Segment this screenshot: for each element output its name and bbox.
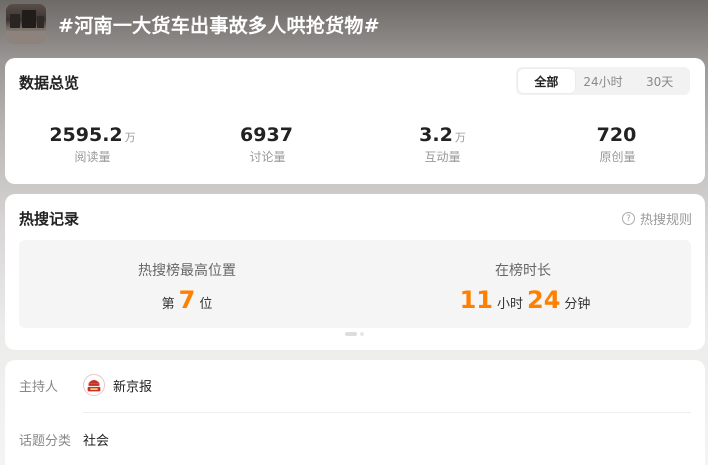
stat-original: 720 原创量: [530, 124, 705, 165]
overview-title: 数据总览: [19, 74, 80, 92]
peak-rank-suffix: 位: [199, 297, 213, 312]
peak-rank-label: 热搜榜最高位置: [138, 263, 236, 279]
host-name[interactable]: 新京报: [113, 376, 152, 395]
peak-rank-block: 热搜榜最高位置 第 7 位: [19, 240, 355, 328]
stat-discuss: 6937 讨论量: [180, 124, 355, 165]
stat-interact: 3.2 万 互动量: [355, 124, 530, 165]
topic-title: #河南一大货车出事故多人哄抢货物#: [58, 15, 380, 37]
stat-discuss-value: 6937: [240, 124, 293, 146]
hot-search-card: 热搜记录 ? 热搜规则 热搜榜最高位置 第 7 位 在榜时长 11 小时 24 …: [5, 194, 705, 350]
overview-card: 数据总览 全部 24小时 30天 2595.2 万 阅读量 6937 讨论量 3…: [5, 58, 705, 184]
tab-24h[interactable]: 24小时: [575, 69, 632, 93]
host-avatar[interactable]: [83, 374, 105, 396]
stat-read-unit: 万: [124, 131, 136, 144]
duration-hours: 11: [459, 286, 493, 314]
stat-interact-label: 互动量: [424, 150, 461, 164]
peak-rank-prefix: 第: [161, 297, 175, 312]
stat-interact-value: 3.2: [419, 124, 453, 146]
category-label: 话题分类: [19, 434, 72, 449]
stat-read: 2595.2 万 阅读量: [5, 124, 180, 165]
category-value: 社会: [83, 434, 110, 449]
topic-info-card: 主持人 新京报 话题分类 社会: [5, 360, 705, 465]
hot-search-title: 热搜记录: [19, 210, 80, 228]
host-row: 主持人 新京报: [19, 374, 152, 396]
stat-original-label: 原创量: [599, 150, 636, 164]
info-divider: [83, 412, 691, 413]
stat-read-value: 2595.2: [49, 124, 123, 146]
duration-minutes-unit: 分钟: [564, 297, 591, 312]
question-circle-icon: ?: [621, 212, 635, 225]
hot-search-rules-link[interactable]: ? 热搜规则: [621, 209, 692, 228]
tab-all[interactable]: 全部: [518, 69, 575, 93]
stat-read-label: 阅读量: [74, 150, 111, 164]
time-range-tabs: 全部 24小时 30天: [516, 67, 690, 95]
peak-rank-value: 7: [178, 286, 196, 314]
hot-search-stats: 热搜榜最高位置 第 7 位 在榜时长 11 小时 24 分钟: [19, 240, 691, 328]
stats-row: 2595.2 万 阅读量 6937 讨论量 3.2 万 互动量 720 原创量: [5, 124, 705, 165]
stat-interact-unit: 万: [454, 131, 466, 144]
topic-thumbnail[interactable]: [6, 4, 46, 44]
hot-search-rules-label: 热搜规则: [639, 213, 692, 228]
topic-header: #河南一大货车出事故多人哄抢货物#: [0, 0, 708, 52]
xinjingbao-logo-icon: [84, 375, 104, 395]
duration-hours-unit: 小时: [496, 297, 523, 312]
duration-label: 在榜时长: [495, 263, 551, 279]
stat-discuss-label: 讨论量: [249, 150, 286, 164]
stat-original-value: 720: [596, 124, 637, 146]
duration-minutes: 24: [527, 286, 561, 314]
tab-30d[interactable]: 30天: [631, 69, 688, 93]
category-row: 话题分类 社会: [19, 430, 109, 449]
duration-block: 在榜时长 11 小时 24 分钟: [355, 240, 691, 328]
carousel-indicator: [345, 332, 364, 336]
host-label: 主持人: [19, 379, 59, 395]
